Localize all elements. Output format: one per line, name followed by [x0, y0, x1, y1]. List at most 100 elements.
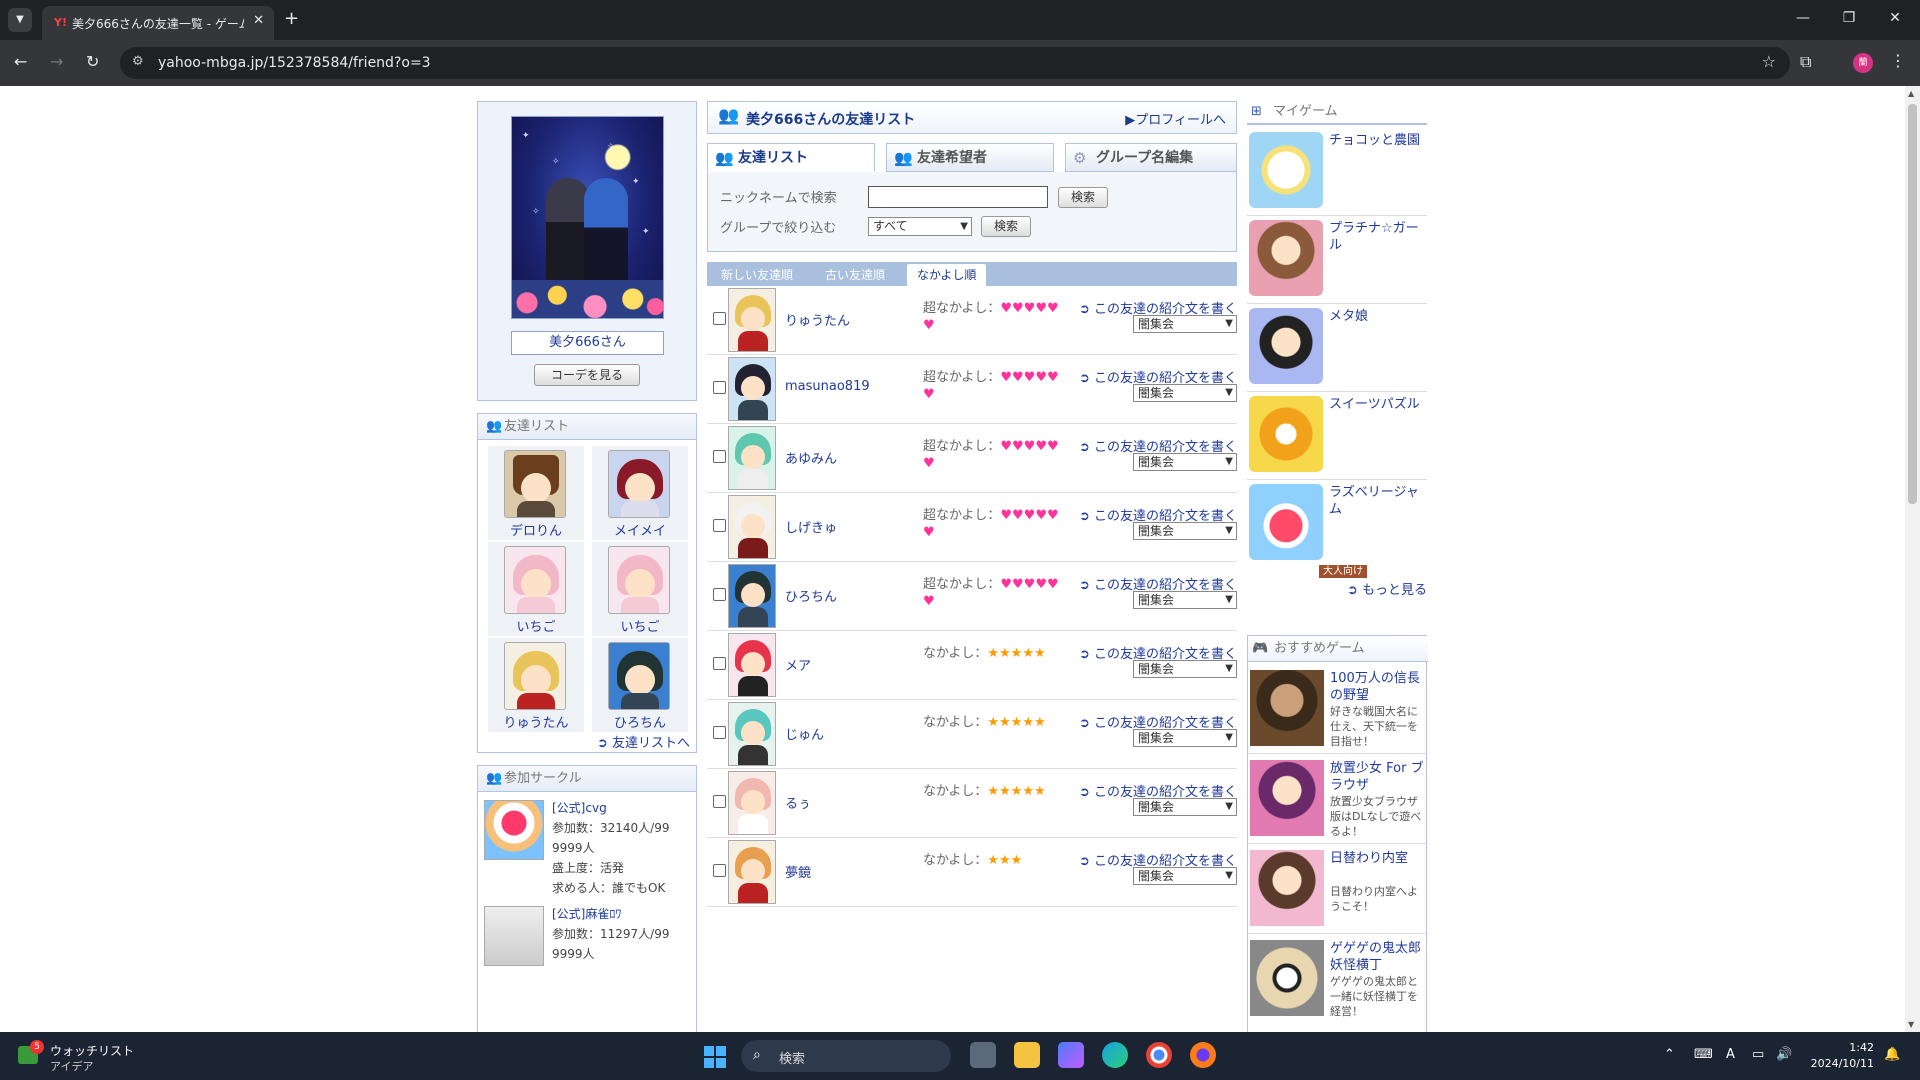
friend-avatar[interactable] [728, 633, 776, 697]
profile-link-label[interactable]: プロフィールへ [1135, 113, 1226, 128]
sort-newest[interactable]: 新しい友達順 [721, 266, 793, 283]
tab-label[interactable]: 友達リスト [738, 150, 808, 166]
scroll-up-icon[interactable]: ▲ [1908, 89, 1914, 98]
browser-tab[interactable]: Y! 美夕666さんの友達一覧 - ゲームな ✕ [42, 6, 274, 40]
game-name[interactable]: スイーツパズル [1329, 396, 1423, 413]
nickname-search-button[interactable]: 検索 [1058, 187, 1108, 208]
friend-thumb[interactable]: りゅうたん [488, 638, 584, 732]
tab-friend-requests[interactable]: 👥 友達希望者 [886, 143, 1054, 172]
friend-select-checkbox[interactable] [713, 588, 726, 601]
view-outfit-button[interactable]: コーデを見る [534, 364, 640, 386]
game-icon-choco-farm[interactable] [1249, 132, 1323, 208]
circle-image-mahjong[interactable] [484, 906, 544, 966]
friend-group-select[interactable]: 闇集会 ▼ [1133, 660, 1237, 678]
browser-menu-icon[interactable]: ⋮ [1890, 51, 1906, 70]
rec-game-image[interactable] [1250, 760, 1324, 836]
rec-game-item[interactable]: 日替わり内室 日替わり内室へようこそ！ [1248, 846, 1428, 934]
friend-name[interactable]: masunao819 [785, 379, 870, 394]
friend-name[interactable]: りゅうたん [785, 310, 850, 329]
firefox-icon[interactable] [1190, 1042, 1216, 1068]
friend-group-value[interactable]: 闇集会 [1138, 869, 1174, 883]
tab-close-icon[interactable]: ✕ [253, 13, 264, 28]
window-close-icon[interactable]: ✕ [1872, 10, 1918, 26]
rec-game-item[interactable]: 放置少女 For ブラウザ 放置少女ブラウザ版はDLなしで遊べるよ！ [1248, 756, 1428, 844]
reload-icon[interactable]: ↻ [86, 52, 99, 71]
friend-avatar[interactable] [728, 840, 776, 904]
tab-label[interactable]: グループ名編集 [1096, 150, 1193, 166]
sort-oldest[interactable]: 古い友達順 [825, 266, 885, 283]
friend-list-link[interactable]: ➲ 友達リストへ [597, 732, 690, 751]
minimize-icon[interactable]: — [1780, 10, 1826, 26]
game-item[interactable]: メタ娘 [1247, 304, 1427, 392]
game-item[interactable]: チョコッと農園 [1247, 128, 1427, 216]
game-name[interactable]: プラチナ☆ガール [1329, 220, 1423, 254]
friend-thumb[interactable]: メイメイ [592, 446, 688, 540]
friend-avatar[interactable] [728, 288, 776, 352]
circle-image-cupcake[interactable] [484, 800, 544, 860]
page-scrollbar[interactable]: ▲ ▼ [1905, 86, 1920, 1032]
rec-game-image[interactable] [1250, 940, 1324, 1016]
game-icon-sweets-puzzle[interactable] [1249, 396, 1323, 472]
group-filter-select[interactable]: すべて ▼ [868, 217, 972, 236]
tab-friend-list[interactable]: 👥 友達リスト [707, 143, 875, 172]
friend-select-checkbox[interactable] [713, 312, 726, 325]
new-tab-plus-icon[interactable]: + [284, 8, 299, 30]
game-icon-raspberry-jam[interactable] [1249, 484, 1323, 560]
circle-name[interactable]: [公式]麻雀ﾛﾜ [552, 904, 692, 924]
friend-thumb[interactable]: ひろちん [592, 638, 688, 732]
tab-label[interactable]: 友達希望者 [917, 150, 987, 166]
more-games-label[interactable]: もっと見る [1362, 583, 1427, 598]
friend-group-value[interactable]: 闇集会 [1138, 593, 1174, 607]
file-explorer-icon[interactable] [1014, 1042, 1040, 1068]
copilot-icon[interactable] [1058, 1042, 1084, 1068]
extensions-puzzle-icon[interactable]: ⧉ [1800, 52, 1811, 72]
group-filter-value[interactable]: すべて [873, 219, 908, 233]
game-name[interactable]: チョコッと農園 [1329, 132, 1423, 149]
group-filter-button[interactable]: 検索 [981, 216, 1031, 237]
friend-thumb[interactable]: デロりん [488, 446, 584, 540]
rec-game-name[interactable]: 100万人の信長の野望 [1330, 670, 1424, 704]
scroll-down-icon[interactable]: ▼ [1908, 1020, 1914, 1029]
friend-name[interactable]: メア [785, 655, 811, 674]
friend-group-value[interactable]: 闇集会 [1138, 662, 1174, 676]
friend-group-select[interactable]: 闇集会 ▼ [1133, 315, 1237, 333]
friend-name[interactable]: いちご [488, 616, 584, 635]
friend-name[interactable]: デロりん [488, 520, 584, 539]
rec-game-name[interactable]: 放置少女 For ブラウザ [1330, 760, 1424, 794]
friend-avatar[interactable] [728, 771, 776, 835]
back-arrow-icon[interactable]: ← [14, 52, 27, 71]
tab-search-button[interactable]: ▼ [8, 8, 32, 32]
friend-group-value[interactable]: 闇集会 [1138, 455, 1174, 469]
friend-name[interactable]: るぅ [785, 793, 811, 812]
game-icon-platina-girl[interactable] [1249, 220, 1323, 296]
friend-group-select[interactable]: 闇集会 ▼ [1133, 729, 1237, 747]
friend-name[interactable]: ひろちん [592, 712, 688, 731]
forward-arrow-icon[interactable]: → [50, 52, 63, 71]
game-item[interactable]: ラズベリージャム [1247, 480, 1427, 568]
rec-game-item[interactable]: ゲゲゲの鬼太郎 妖怪横丁 ゲゲゲの鬼太郎と一緒に妖怪横丁を経営！ [1248, 936, 1428, 1024]
nickname-search-input[interactable] [868, 186, 1048, 208]
game-item[interactable]: プラチナ☆ガール [1247, 216, 1427, 304]
friend-avatar[interactable] [728, 357, 776, 421]
url-text[interactable]: yahoo-mbga.jp/152378584/friend?o=3 [158, 55, 431, 71]
restore-icon[interactable]: ❐ [1826, 10, 1872, 26]
friend-avatar[interactable] [608, 642, 670, 710]
taskbar-search[interactable]: ⌕ 検索 [741, 1040, 951, 1072]
friend-group-select[interactable]: 闇集会 ▼ [1133, 384, 1237, 402]
profile-avatar[interactable]: 蘭 [1853, 53, 1873, 73]
volume-icon[interactable]: 🔊 [1776, 1047, 1792, 1062]
friend-group-value[interactable]: 闇集会 [1138, 800, 1174, 814]
bookmark-star-icon[interactable]: ☆ [1762, 52, 1776, 71]
rec-game-image[interactable] [1250, 850, 1324, 926]
friend-avatar[interactable] [504, 450, 566, 518]
friend-select-checkbox[interactable] [713, 726, 726, 739]
scrollbar-thumb[interactable] [1908, 104, 1917, 504]
friend-name[interactable]: 夢鏡 [785, 862, 811, 881]
friend-avatar[interactable] [608, 450, 670, 518]
rec-game-item[interactable]: 100万人の信長の野望 好きな戦国大名に仕え、天下統一を目指せ！ [1248, 666, 1428, 754]
sort-closest[interactable]: なかよし順 [907, 264, 987, 286]
friend-avatar[interactable] [728, 426, 776, 490]
friend-group-value[interactable]: 闇集会 [1138, 524, 1174, 538]
friend-select-checkbox[interactable] [713, 519, 726, 532]
friend-avatar[interactable] [728, 495, 776, 559]
